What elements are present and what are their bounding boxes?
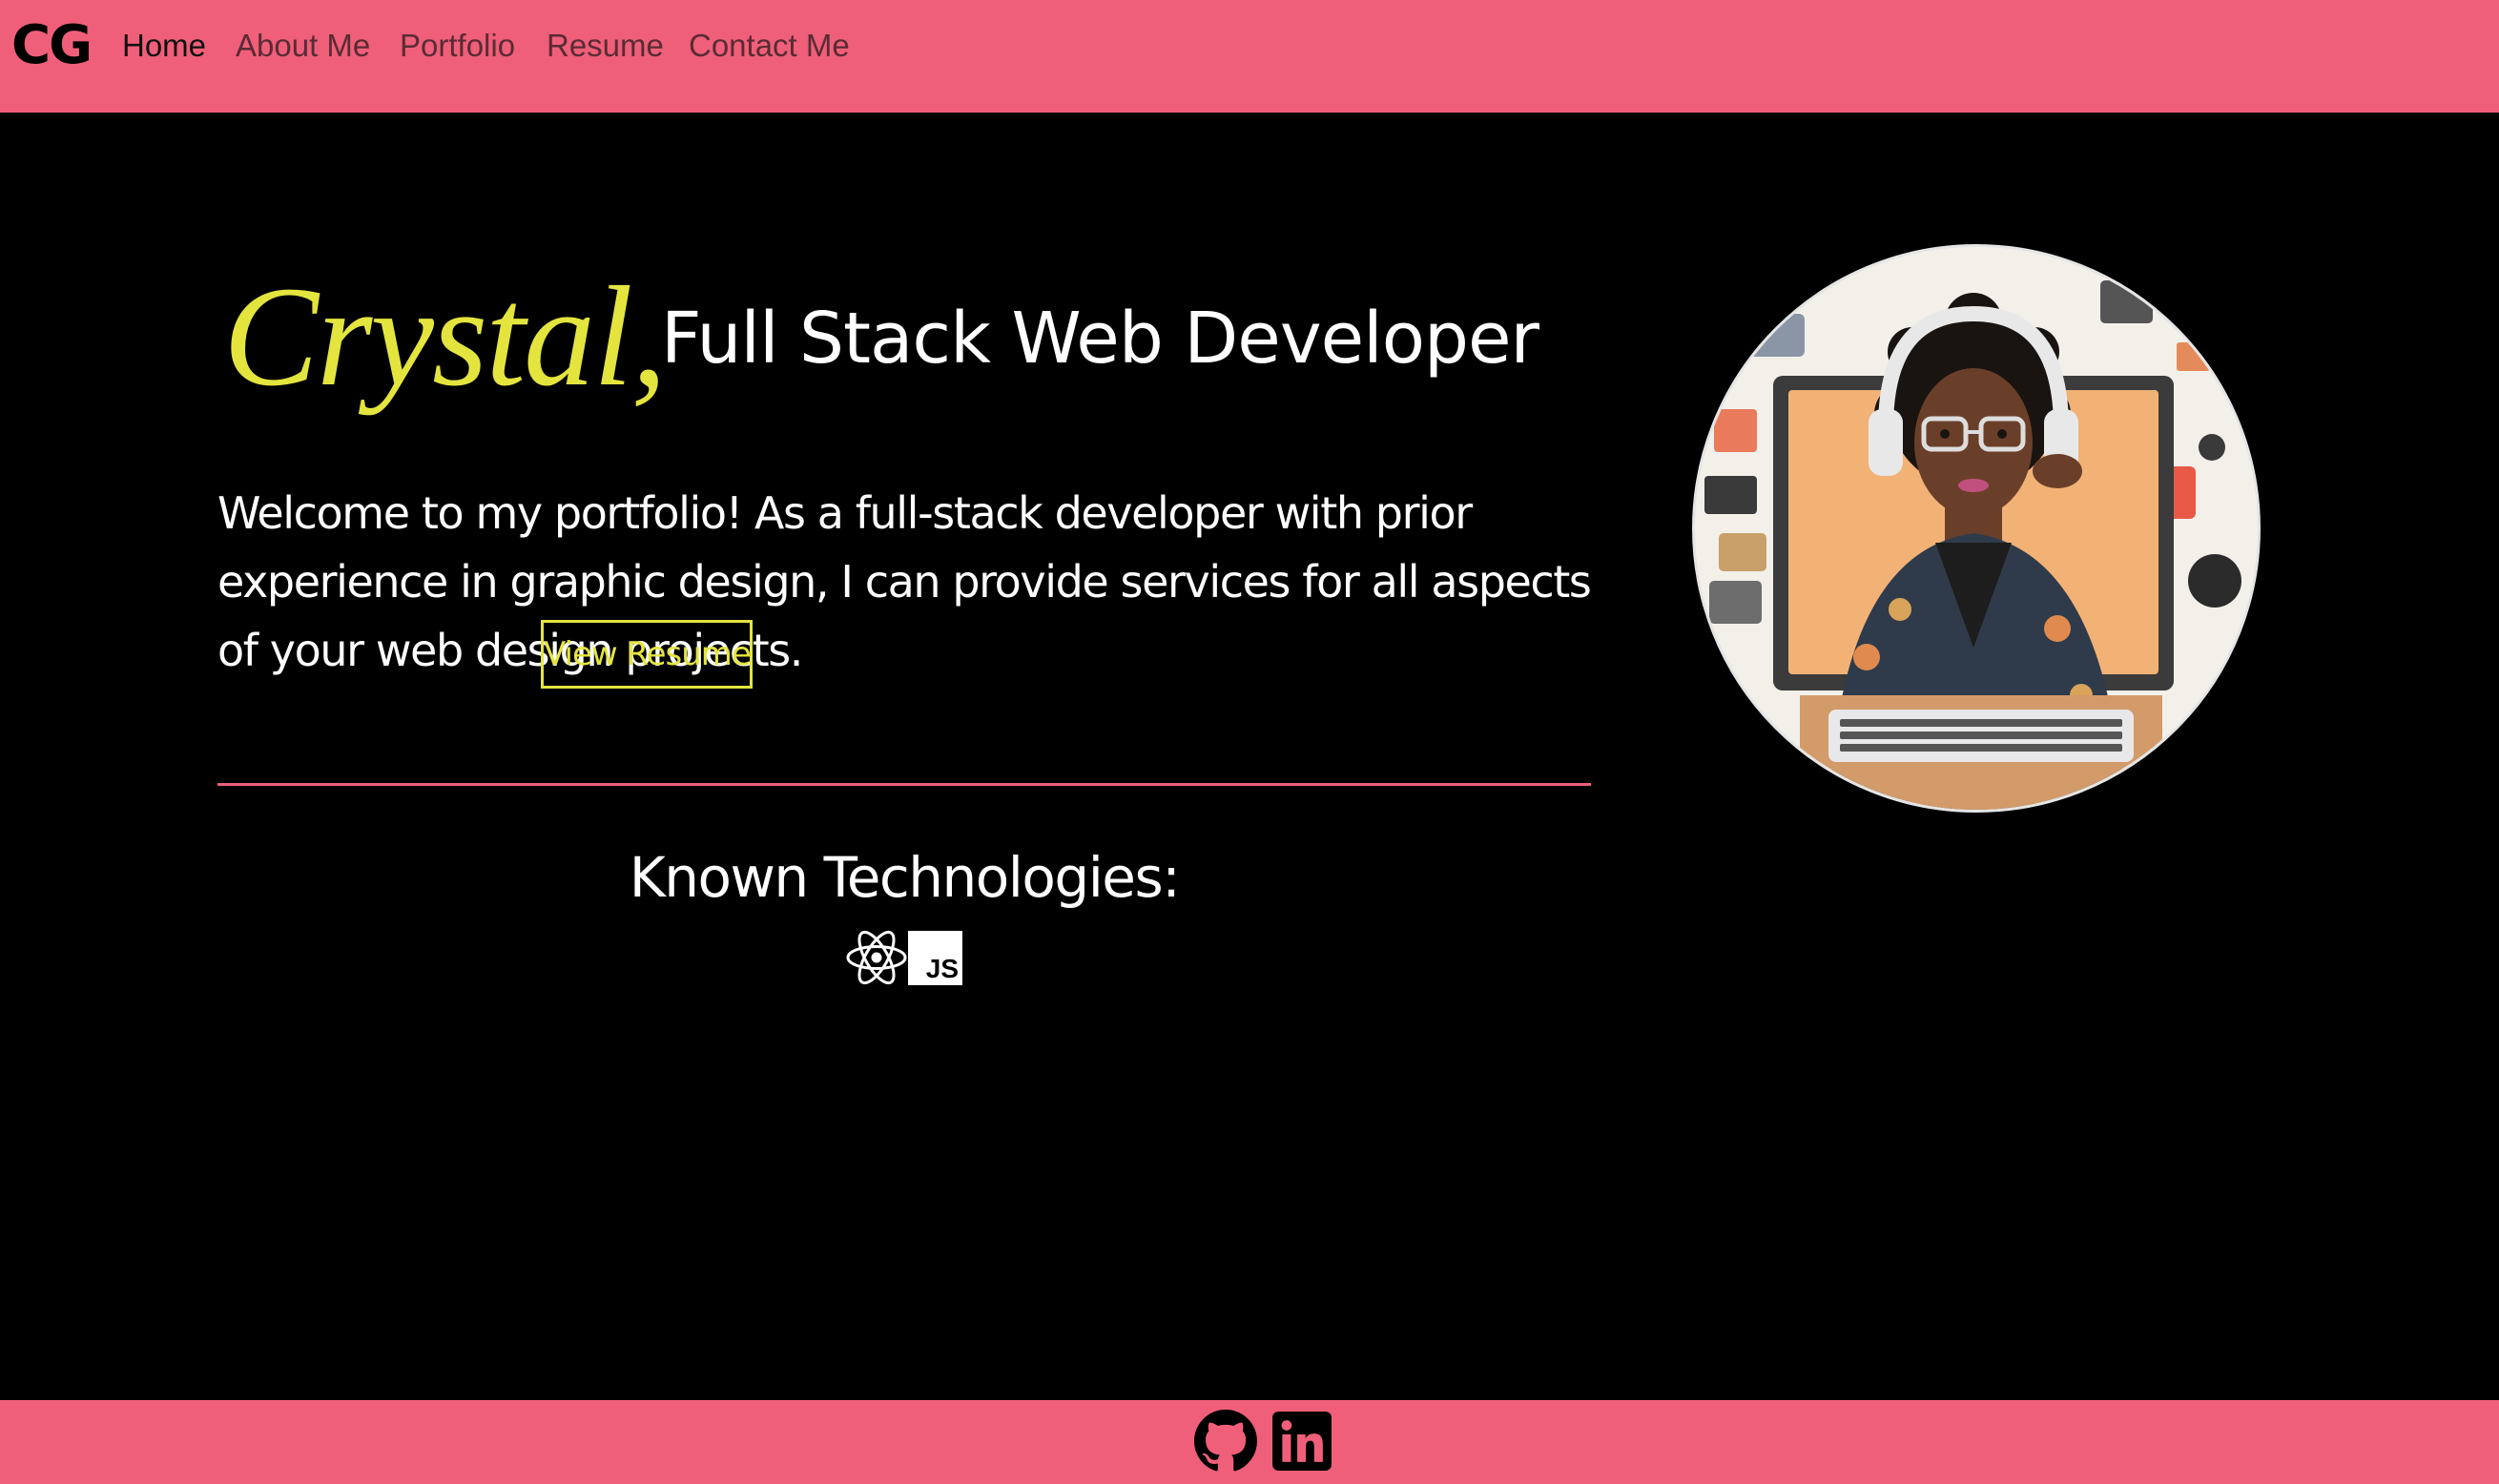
nav-link-portfolio[interactable]: Portfolio [400, 27, 515, 65]
hero-role: Full Stack Web Developer [661, 298, 1539, 380]
hero-name: Crystal, [223, 258, 667, 416]
technologies-title: Known Technologies: [629, 845, 1181, 910]
footer [0, 1400, 2499, 1484]
nav-link-contact-me[interactable]: Contact Me [689, 27, 850, 65]
javascript-badge-text: JS [925, 954, 959, 983]
linkedin-icon[interactable] [1270, 1410, 1333, 1473]
nav-link-resume[interactable]: Resume [547, 27, 664, 65]
nav-link-home[interactable]: Home [122, 27, 206, 65]
section-divider [217, 783, 1591, 786]
profile-avatar [1692, 244, 2261, 813]
avatar-illustration [1695, 247, 2258, 810]
intro-paragraph: Welcome to my portfolio! As a full-stack… [217, 487, 1592, 676]
nav-link-about-me[interactable]: About Me [236, 27, 370, 65]
github-icon[interactable] [1194, 1410, 1257, 1473]
react-icon [846, 930, 907, 985]
top-navbar: CG Home About Me Portfolio Resume Contac… [0, 0, 2499, 113]
view-resume-button[interactable]: View Resume [541, 620, 753, 689]
javascript-icon: JS [908, 931, 962, 985]
brand-logo[interactable]: CG [11, 17, 93, 74]
